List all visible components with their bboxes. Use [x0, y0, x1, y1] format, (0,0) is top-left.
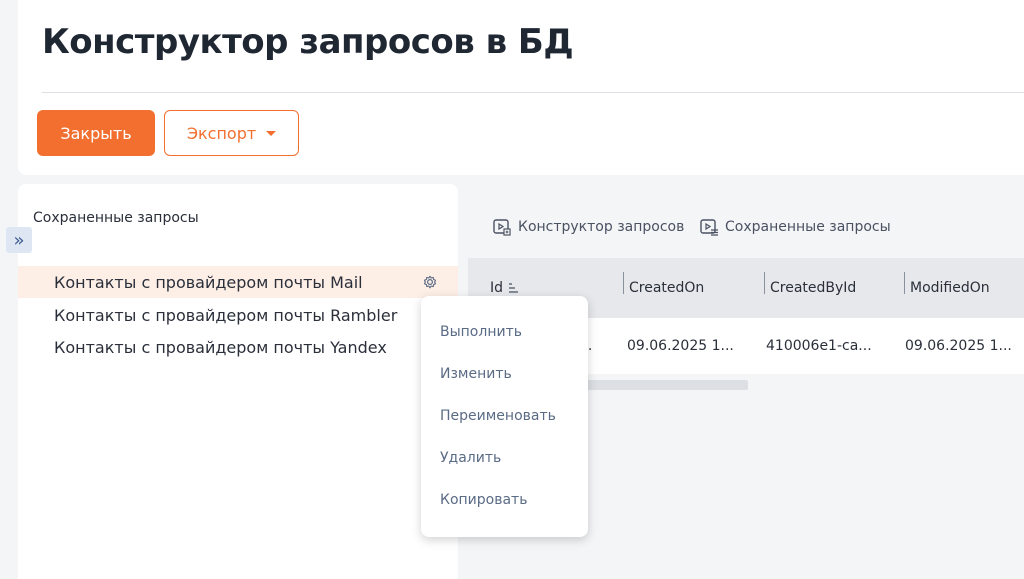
cell-modifiedon: 09.06.2025 1... — [905, 338, 1012, 354]
menu-item-copy[interactable]: Копировать — [440, 486, 527, 514]
column-divider[interactable] — [623, 272, 624, 294]
query-item-yandex[interactable]: Контакты с провайдером почты Yandex — [18, 331, 458, 363]
saved-queries-icon — [700, 219, 718, 236]
tab-label: Конструктор запросов — [518, 219, 685, 235]
menu-item-edit[interactable]: Изменить — [440, 360, 512, 388]
column-label: Id — [490, 280, 504, 296]
query-builder-icon — [493, 219, 511, 236]
context-menu: Выполнить Изменить Переименовать Удалить… — [421, 296, 588, 537]
double-chevron-right-icon: » — [13, 229, 25, 251]
query-item-rambler[interactable]: Контакты с провайдером почты Rambler — [18, 299, 458, 331]
header-card: Конструктор запросов в БД Закрыть Экспор… — [18, 0, 1024, 175]
column-header-createdbyid[interactable]: CreatedById — [770, 258, 856, 318]
sort-icon[interactable] — [508, 282, 520, 294]
query-item-label: Контакты с провайдером почты Yandex — [54, 337, 387, 357]
export-button[interactable]: Экспорт — [164, 110, 299, 156]
saved-queries-panel: Сохраненные запросы Контакты с провайдер… — [18, 184, 458, 579]
tab-query-builder[interactable]: Конструктор запросов — [492, 214, 684, 240]
menu-item-execute[interactable]: Выполнить — [440, 318, 522, 346]
tab-saved-queries[interactable]: Сохраненные запросы — [699, 214, 891, 240]
panel-title: Сохраненные запросы — [33, 210, 199, 226]
column-divider[interactable] — [764, 272, 765, 294]
caret-down-icon — [266, 130, 277, 136]
close-button[interactable]: Закрыть — [37, 110, 155, 156]
query-item-mail[interactable]: Контакты с провайдером почты Mail — [18, 266, 458, 298]
expand-panel-button[interactable]: » — [6, 227, 32, 253]
cell-createdbyid: 410006e1-ca... — [766, 338, 872, 354]
horizontal-scrollbar[interactable] — [578, 380, 748, 390]
column-divider[interactable] — [904, 272, 905, 294]
menu-item-rename[interactable]: Переименовать — [440, 402, 556, 430]
query-item-label: Контакты с провайдером почты Mail — [54, 272, 363, 292]
export-button-label: Экспорт — [186, 123, 257, 143]
column-header-modifiedon[interactable]: ModifiedOn — [910, 258, 990, 318]
menu-item-delete[interactable]: Удалить — [440, 444, 501, 472]
cell-createdon: 09.06.2025 1... — [627, 338, 734, 354]
title-divider — [42, 92, 1024, 93]
gear-icon[interactable] — [420, 272, 440, 292]
page-title: Конструктор запросов в БД — [42, 22, 574, 62]
column-header-createdon[interactable]: CreatedOn — [629, 258, 704, 318]
query-item-label: Контакты с провайдером почты Rambler — [54, 305, 398, 325]
tab-label: Сохраненные запросы — [725, 219, 891, 235]
